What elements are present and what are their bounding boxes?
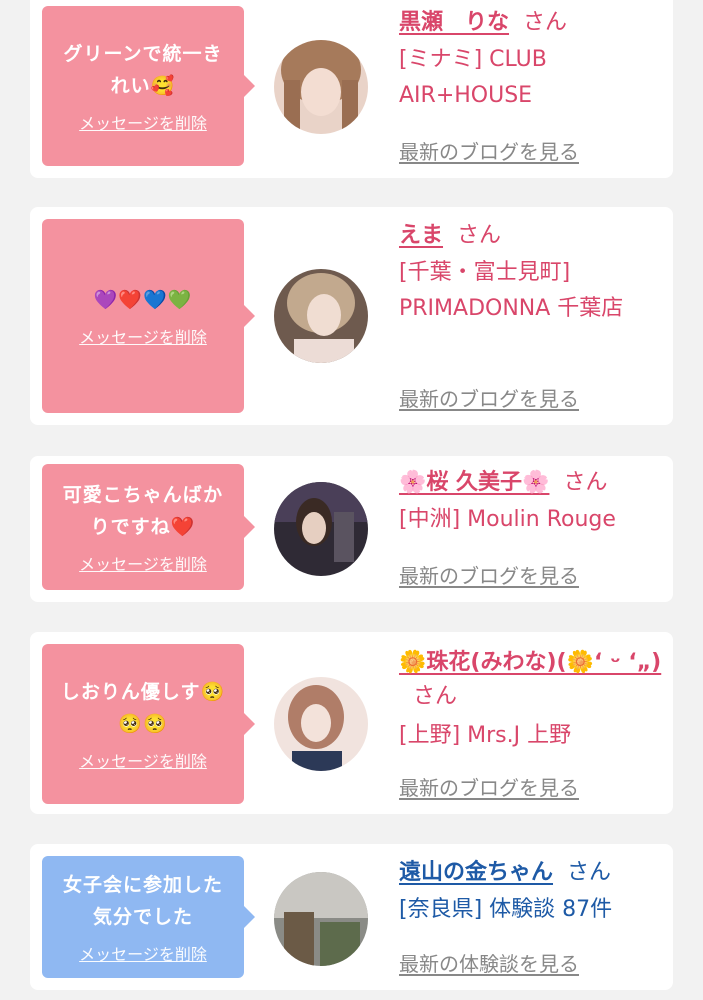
name-link[interactable]: 遠山の金ちゃん <box>399 860 553 885</box>
name-link[interactable]: 黒瀬 りな <box>399 10 509 35</box>
latest-blog-link[interactable]: 最新のブログを見る <box>399 383 579 412</box>
message-bubble: 可愛こちゃんばか りですね❤️ メッセージを削除 <box>42 464 255 590</box>
message-card: 💜❤️💙💚 メッセージを削除 えま さん [千葉・富士見町] PRIMADONNA… <box>30 207 673 425</box>
avatar[interactable] <box>274 269 368 363</box>
avatar[interactable] <box>274 482 368 576</box>
message-card: グリーンで統一き れい🥰 メッセージを削除 黒瀬 りな さん [ミナミ] CLUB… <box>30 0 673 178</box>
avatar[interactable] <box>274 872 368 966</box>
message-bubble: グリーンで統一き れい🥰 メッセージを削除 <box>42 6 255 166</box>
honorific: さん <box>567 860 612 885</box>
message-bubble: しおりん優しす🥺 🥺🥺 メッセージを削除 <box>42 644 255 804</box>
message-card: 可愛こちゃんばか りですね❤️ メッセージを削除 🌸桜 久美子🌸 さん [中洲] … <box>30 456 673 602</box>
message-text: 女子会に参加した 気分でした <box>62 874 223 928</box>
honorific: さん <box>563 470 608 495</box>
name-link[interactable]: えま <box>399 223 443 248</box>
honorific: さん <box>457 223 502 248</box>
message-bubble: 💜❤️💙💚 メッセージを削除 <box>42 219 255 413</box>
message-card: 女子会に参加した 気分でした メッセージを削除 遠山の金ちゃん さん [奈良県] … <box>30 844 673 990</box>
delete-message-link[interactable]: メッセージを削除 <box>79 551 207 575</box>
profile-info: 🌸桜 久美子🌸 さん [中洲] Moulin Rouge <box>399 468 664 538</box>
message-text: しおりん優しす🥺 🥺🥺 <box>60 681 226 735</box>
latest-blog-link[interactable]: 最新のブログを見る <box>399 772 579 801</box>
message-text: 💜❤️💙💚 <box>93 289 193 311</box>
shop-label: [ミナミ] CLUB AIR+HOUSE <box>399 47 547 108</box>
delete-message-link[interactable]: メッセージを削除 <box>79 324 207 348</box>
shop-label: [千葉・富士見町] PRIMADONNA 千葉店 <box>399 260 624 321</box>
delete-message-link[interactable]: メッセージを削除 <box>79 110 207 134</box>
latest-blog-link[interactable]: 最新のブログを見る <box>399 136 579 165</box>
shop-label: [中洲] Moulin Rouge <box>399 507 616 532</box>
name-link[interactable]: 🌼珠花(みわな)(🌼‘ ᵕ ‘„) <box>399 650 661 675</box>
message-card: しおりん優しす🥺 🥺🥺 メッセージを削除 🌼珠花(みわな)(🌼‘ ᵕ ‘„) さん… <box>30 632 673 814</box>
delete-message-link[interactable]: メッセージを削除 <box>79 748 207 772</box>
latest-review-link[interactable]: 最新の体験談を見る <box>399 948 579 977</box>
delete-message-link[interactable]: メッセージを削除 <box>79 941 207 965</box>
latest-blog-link[interactable]: 最新のブログを見る <box>399 560 579 589</box>
message-text: 可愛こちゃんばか りですね❤️ <box>62 484 224 538</box>
message-bubble: 女子会に参加した 気分でした メッセージを削除 <box>42 856 255 978</box>
shop-label: [上野] Mrs.J 上野 <box>399 723 572 748</box>
honorific: さん <box>413 684 458 709</box>
profile-info: えま さん [千葉・富士見町] PRIMADONNA 千葉店 <box>399 221 664 327</box>
profile-info: 遠山の金ちゃん さん [奈良県] 体験談 87件 <box>399 858 664 928</box>
avatar[interactable] <box>274 677 368 771</box>
profile-info: 黒瀬 りな さん [ミナミ] CLUB AIR+HOUSE <box>399 8 664 114</box>
shop-label: [奈良県] 体験談 87件 <box>399 897 613 922</box>
name-link[interactable]: 🌸桜 久美子🌸 <box>399 470 549 495</box>
profile-info: 🌼珠花(みわな)(🌼‘ ᵕ ‘„) さん [上野] Mrs.J 上野 <box>399 646 664 754</box>
honorific: さん <box>523 10 568 35</box>
message-text: グリーンで統一き れい🥰 <box>63 43 223 97</box>
avatar[interactable] <box>274 40 368 134</box>
